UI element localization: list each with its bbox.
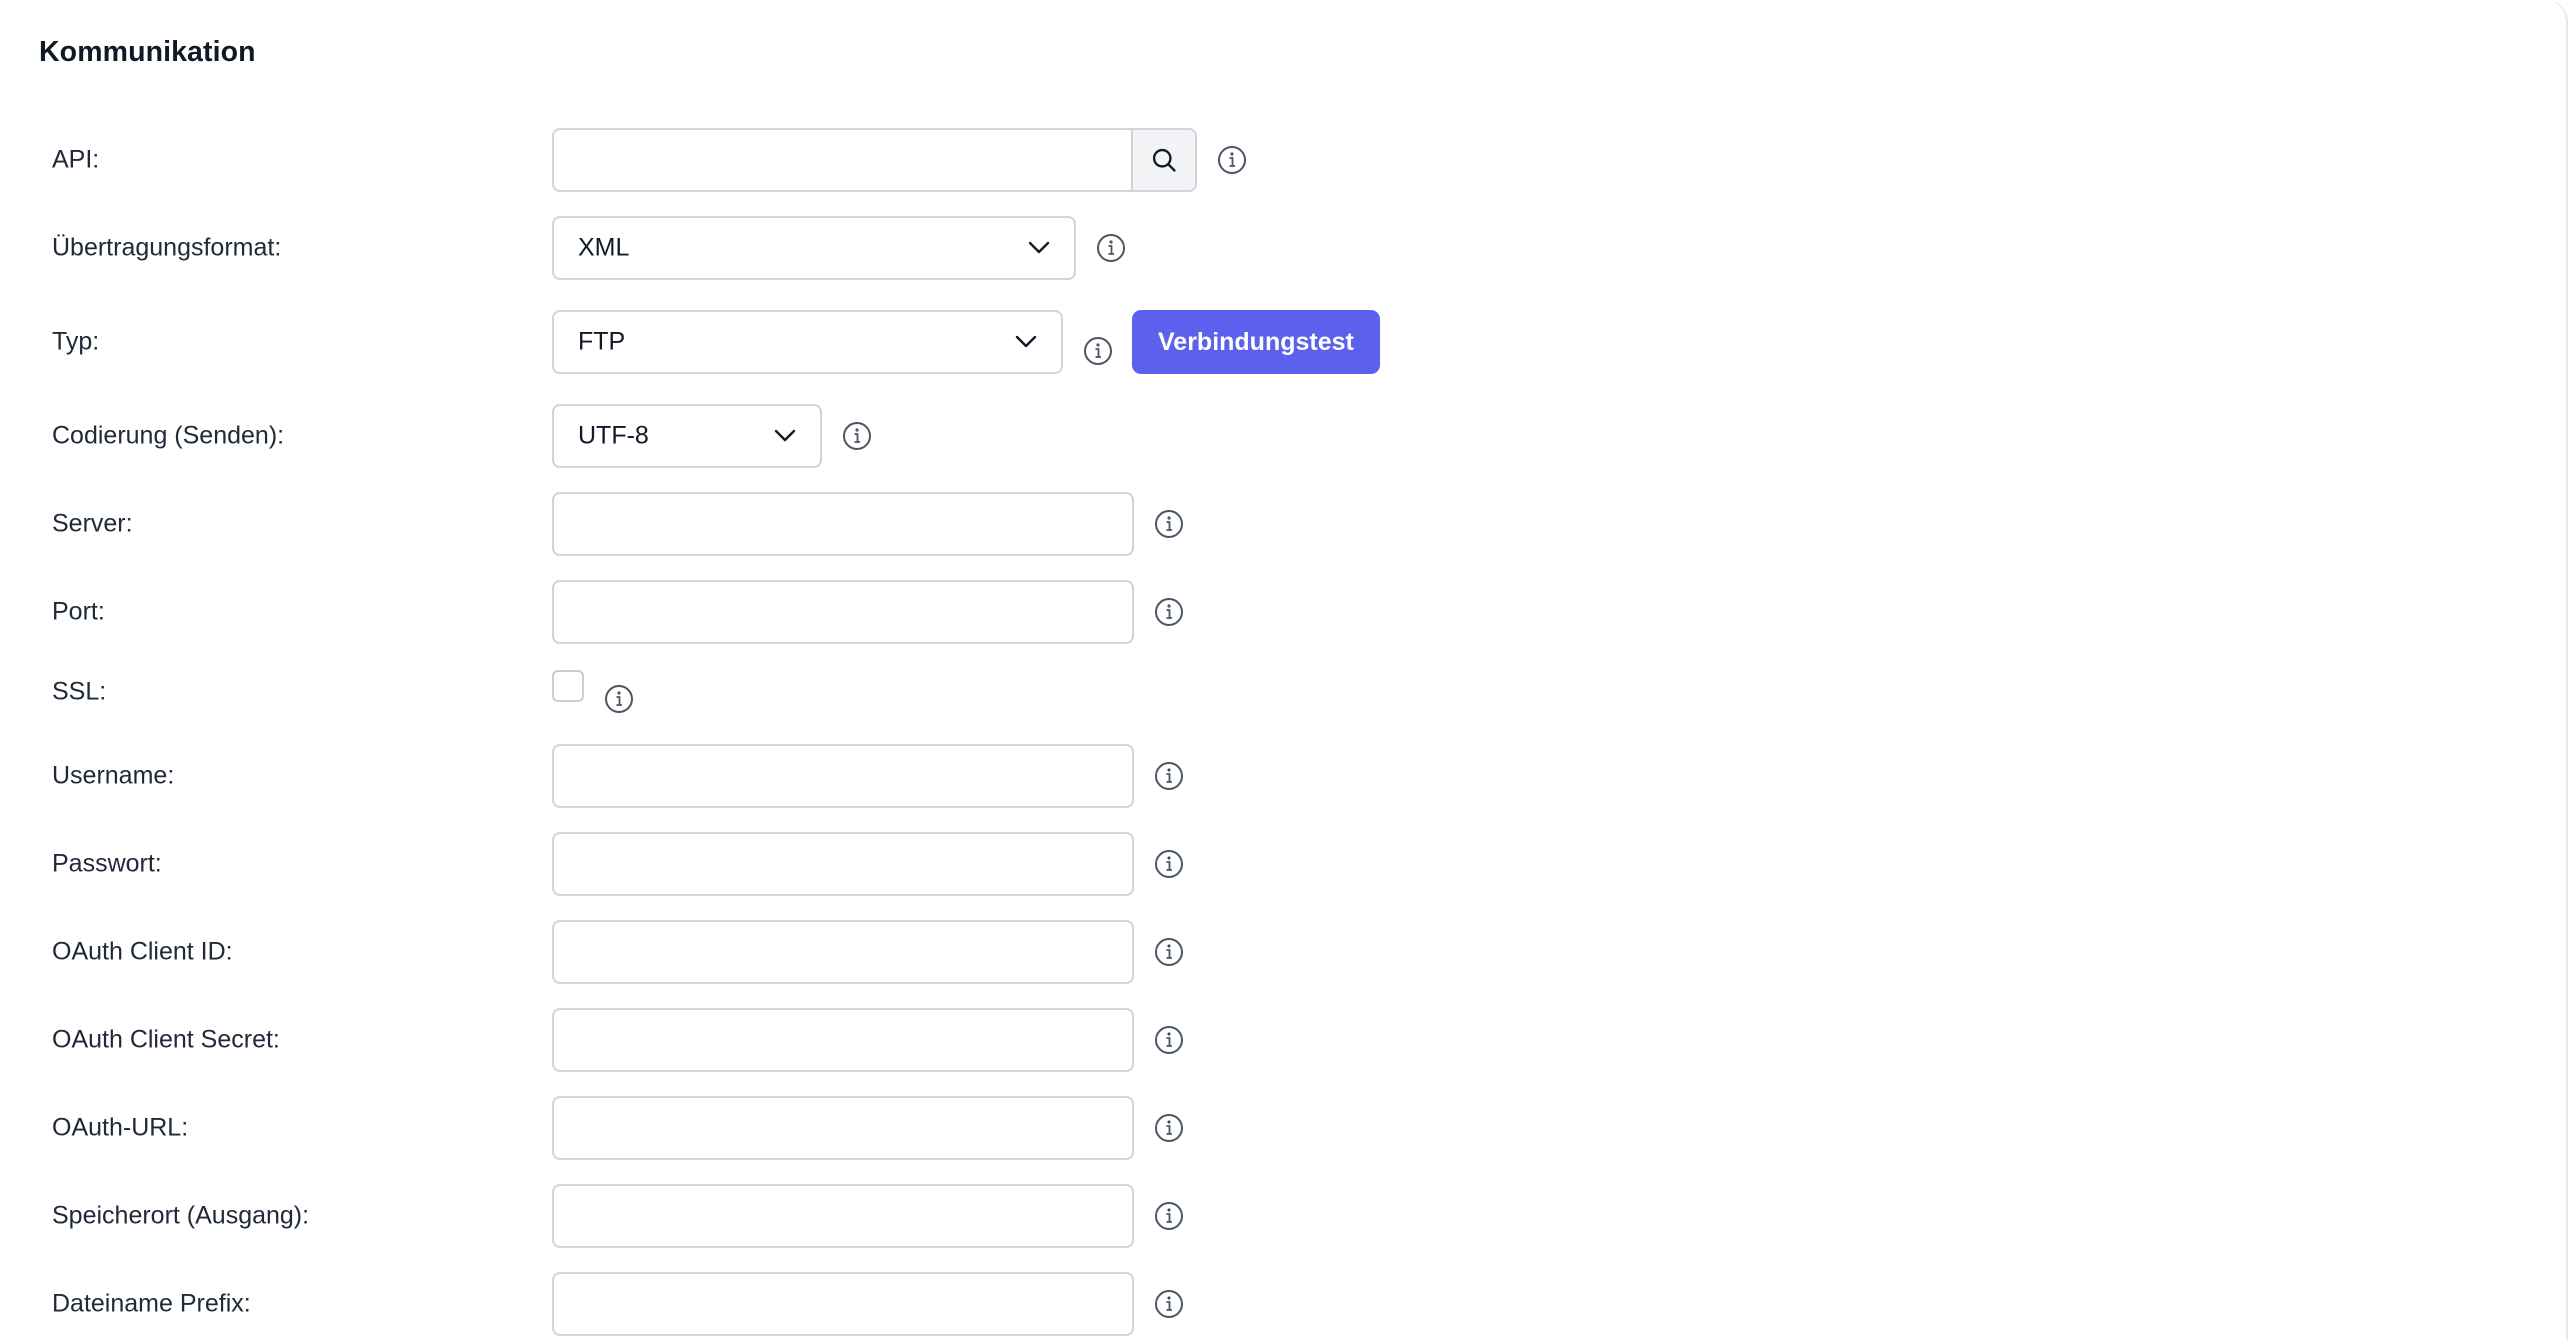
- info-icon[interactable]: [1154, 1201, 1184, 1231]
- api-input[interactable]: [554, 130, 1134, 190]
- api-row: API:: [0, 128, 1500, 192]
- username-input[interactable]: [552, 744, 1134, 808]
- server-input[interactable]: [552, 492, 1134, 556]
- format-label: Übertragungsformat:: [52, 233, 282, 262]
- type-label: Typ:: [52, 327, 100, 356]
- info-icon[interactable]: [1096, 233, 1126, 263]
- filename-prefix-row: Dateiname Prefix:: [0, 1272, 1500, 1336]
- encoding-row: Codierung (Senden): UTF-8: [0, 404, 1500, 468]
- output-location-row: Speicherort (Ausgang):: [0, 1184, 1500, 1248]
- ssl-row: SSL:: [0, 670, 1500, 720]
- oauth-url-input[interactable]: [552, 1096, 1134, 1160]
- info-icon[interactable]: [1154, 1113, 1184, 1143]
- communication-panel: Kommunikation API: Übertragungsformat: X…: [0, 0, 2568, 1340]
- info-icon[interactable]: [1154, 761, 1184, 791]
- chevron-down-icon: [1015, 335, 1037, 348]
- oauth-client-id-row: OAuth Client ID:: [0, 920, 1500, 984]
- ssl-label: SSL:: [52, 677, 107, 706]
- encoding-selected-value: UTF-8: [578, 421, 649, 450]
- port-row: Port:: [0, 580, 1500, 644]
- format-row: Übertragungsformat: XML: [0, 216, 1500, 280]
- oauth-client-secret-label: OAuth Client Secret:: [52, 1025, 280, 1054]
- encoding-select[interactable]: UTF-8: [552, 404, 822, 468]
- oauth-client-secret-row: OAuth Client Secret:: [0, 1008, 1500, 1072]
- type-select[interactable]: FTP: [552, 310, 1063, 374]
- info-icon[interactable]: [1083, 336, 1113, 366]
- info-icon[interactable]: [1154, 1289, 1184, 1319]
- info-icon[interactable]: [1154, 597, 1184, 627]
- chevron-down-icon: [774, 429, 796, 442]
- filename-prefix-input[interactable]: [552, 1272, 1134, 1336]
- info-icon[interactable]: [1154, 849, 1184, 879]
- filename-prefix-label: Dateiname Prefix:: [52, 1289, 251, 1318]
- type-row: Typ: FTP Verbindungstest: [0, 310, 1500, 374]
- encoding-label: Codierung (Senden):: [52, 421, 285, 450]
- info-icon[interactable]: [604, 684, 634, 714]
- oauth-client-id-input[interactable]: [552, 920, 1134, 984]
- api-search-button[interactable]: [1131, 130, 1195, 190]
- oauth-url-label: OAuth-URL:: [52, 1113, 189, 1142]
- format-select[interactable]: XML: [552, 216, 1076, 280]
- server-row: Server:: [0, 492, 1500, 556]
- oauth-client-id-label: OAuth Client ID:: [52, 937, 233, 966]
- connection-test-button[interactable]: Verbindungstest: [1132, 310, 1380, 374]
- api-search-group: [552, 128, 1197, 192]
- section-title: Kommunikation: [39, 36, 256, 68]
- search-icon: [1152, 148, 1176, 172]
- output-location-input[interactable]: [552, 1184, 1134, 1248]
- password-row: Passwort:: [0, 832, 1500, 896]
- info-icon[interactable]: [1154, 1025, 1184, 1055]
- info-icon[interactable]: [1154, 937, 1184, 967]
- username-label: Username:: [52, 761, 175, 790]
- port-label: Port:: [52, 597, 105, 626]
- info-icon[interactable]: [842, 421, 872, 451]
- port-input[interactable]: [552, 580, 1134, 644]
- format-selected-value: XML: [578, 233, 630, 262]
- output-location-label: Speicherort (Ausgang):: [52, 1201, 310, 1230]
- type-selected-value: FTP: [578, 327, 626, 356]
- password-input[interactable]: [552, 832, 1134, 896]
- ssl-checkbox[interactable]: [552, 670, 584, 702]
- oauth-url-row: OAuth-URL:: [0, 1096, 1500, 1160]
- chevron-down-icon: [1028, 241, 1050, 254]
- api-label: API:: [52, 145, 100, 174]
- password-label: Passwort:: [52, 849, 162, 878]
- server-label: Server:: [52, 509, 133, 538]
- info-icon[interactable]: [1154, 509, 1184, 539]
- oauth-client-secret-input[interactable]: [552, 1008, 1134, 1072]
- info-icon[interactable]: [1217, 145, 1247, 175]
- username-row: Username:: [0, 744, 1500, 808]
